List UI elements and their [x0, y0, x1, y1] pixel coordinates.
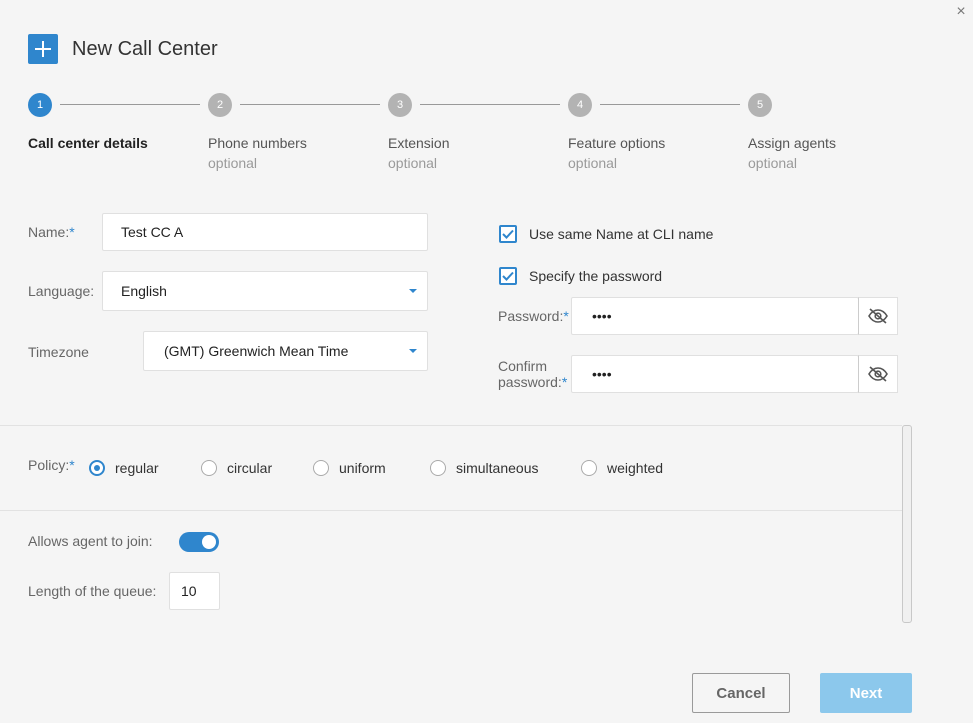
policy-regular-label[interactable]: regular: [115, 460, 159, 476]
policy-uniform-label[interactable]: uniform: [339, 460, 386, 476]
step-4-title[interactable]: Feature options: [568, 135, 665, 151]
step-4-circle[interactable]: 4: [568, 93, 592, 117]
policy-circular-radio[interactable]: [201, 460, 217, 476]
section-divider: [0, 510, 902, 511]
plus-icon: [28, 34, 58, 64]
specify-password-label[interactable]: Specify the password: [529, 268, 662, 284]
timezone-value: (GMT) Greenwich Mean Time: [164, 343, 349, 359]
step-connector: [420, 104, 560, 105]
confirm-password-label: Confirm password:*: [498, 358, 568, 390]
step-5-title[interactable]: Assign agents: [748, 135, 836, 151]
eye-slash-icon: [868, 308, 888, 324]
step-2-subtitle: optional: [208, 155, 258, 171]
step-3-subtitle: optional: [388, 155, 438, 171]
checkmark-icon: [502, 229, 514, 239]
step-2-title[interactable]: Phone numbers: [208, 135, 307, 151]
policy-uniform-radio[interactable]: [313, 460, 329, 476]
language-value: English: [121, 283, 167, 299]
step-4-subtitle: optional: [568, 155, 618, 171]
confirm-password-visibility-toggle[interactable]: [858, 355, 898, 393]
policy-weighted-label[interactable]: weighted: [607, 460, 663, 476]
section-divider: [0, 425, 902, 426]
caret-down-icon: [409, 349, 417, 353]
caret-down-icon: [409, 289, 417, 293]
step-5-circle[interactable]: 5: [748, 93, 772, 117]
allow-join-label: Allows agent to join:: [28, 533, 153, 549]
name-label: Name:*: [28, 224, 75, 240]
eye-slash-icon: [868, 366, 888, 382]
step-connector: [60, 104, 200, 105]
policy-simultaneous-label[interactable]: simultaneous: [456, 460, 539, 476]
step-2-circle[interactable]: 2: [208, 93, 232, 117]
same-name-checkbox[interactable]: [499, 225, 517, 243]
step-connector: [240, 104, 380, 105]
policy-regular-radio[interactable]: [89, 460, 105, 476]
policy-weighted-radio[interactable]: [581, 460, 597, 476]
policy-label: Policy:*: [28, 457, 75, 473]
step-3-circle[interactable]: 3: [388, 93, 412, 117]
same-name-label[interactable]: Use same Name at CLI name: [529, 226, 713, 242]
queue-length-label: Length of the queue:: [28, 583, 157, 599]
step-connector: [600, 104, 740, 105]
toggle-knob: [202, 535, 216, 549]
confirm-password-input[interactable]: ••••: [571, 355, 859, 393]
timezone-select[interactable]: (GMT) Greenwich Mean Time: [143, 331, 428, 371]
step-1-title[interactable]: Call center details: [28, 135, 148, 151]
next-button[interactable]: Next: [820, 673, 912, 713]
language-select[interactable]: English: [102, 271, 428, 311]
specify-password-checkbox[interactable]: [499, 267, 517, 285]
step-5-subtitle: optional: [748, 155, 798, 171]
password-label: Password:*: [498, 308, 569, 324]
step-1-circle[interactable]: 1: [28, 93, 52, 117]
password-visibility-toggle[interactable]: [858, 297, 898, 335]
scrollbar[interactable]: [902, 425, 912, 623]
policy-circular-label[interactable]: circular: [227, 460, 272, 476]
queue-length-input[interactable]: 10: [169, 572, 220, 610]
allow-join-toggle[interactable]: [179, 532, 219, 552]
step-3-title[interactable]: Extension: [388, 135, 449, 151]
language-label: Language:: [28, 283, 95, 299]
policy-simultaneous-radio[interactable]: [430, 460, 446, 476]
dialog-title: New Call Center: [72, 38, 218, 60]
password-input[interactable]: ••••: [571, 297, 859, 335]
cancel-button[interactable]: Cancel: [692, 673, 790, 713]
checkmark-icon: [502, 271, 514, 281]
close-icon[interactable]: ×: [953, 4, 969, 20]
timezone-label: Timezone: [28, 344, 89, 360]
name-input[interactable]: Test CC A: [102, 213, 428, 251]
